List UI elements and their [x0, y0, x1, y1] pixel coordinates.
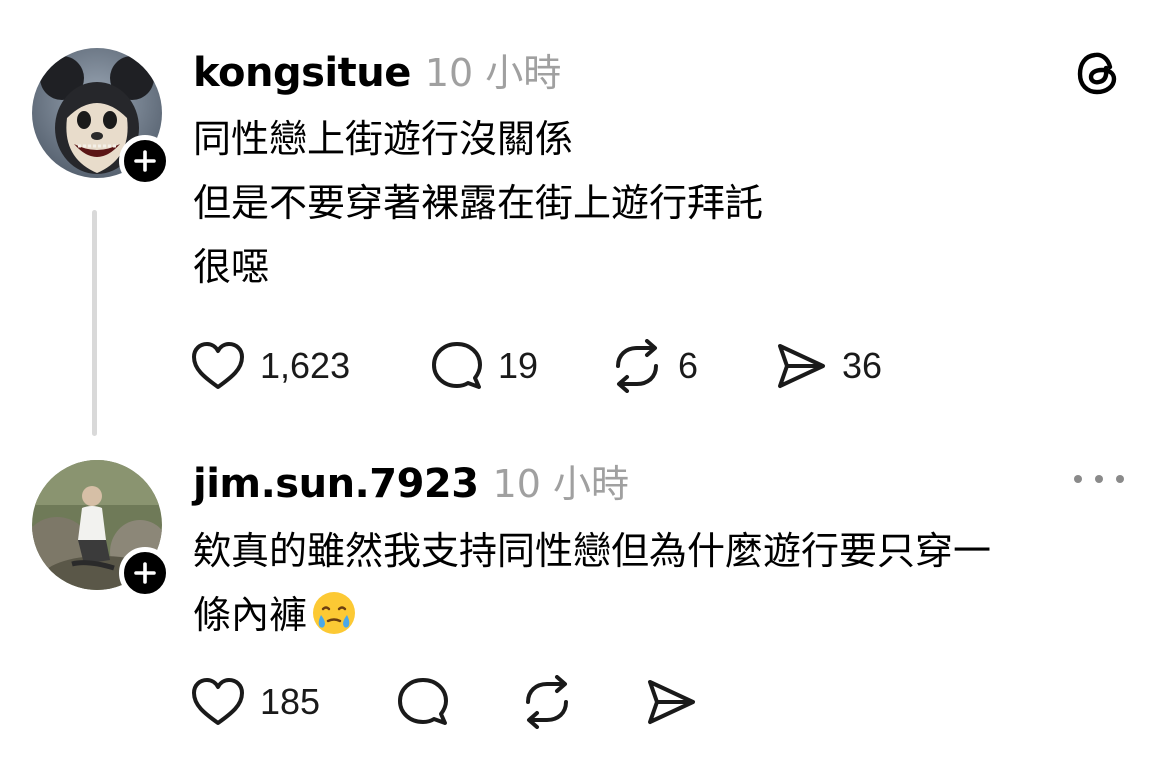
follow-button[interactable]: [119, 135, 171, 187]
share-icon: [648, 680, 695, 724]
share-button[interactable]: [644, 674, 698, 730]
threads-logo-icon[interactable]: [1074, 48, 1124, 98]
timestamp: 10 小時: [492, 462, 630, 506]
username[interactable]: kongsitue: [193, 50, 411, 96]
comment-button[interactable]: [396, 674, 450, 730]
post-text-line: 很噁: [193, 245, 270, 289]
timestamp: 10 小時: [424, 51, 562, 95]
comment-count: 19: [498, 345, 539, 386]
thread-line: [92, 210, 97, 436]
like-button[interactable]: 185: [190, 674, 320, 730]
heart-icon: [192, 678, 244, 725]
post-text-line: 條內褲: [193, 583, 991, 647]
comment-icon: [432, 342, 482, 389]
comment-button[interactable]: 19: [430, 338, 538, 394]
repost-count: 6: [678, 345, 699, 386]
post-header: jim.sun.7923 10 小時: [193, 453, 629, 508]
more-icon: [1074, 475, 1082, 483]
repost-button[interactable]: [520, 674, 574, 730]
repost-icon: [616, 339, 658, 393]
like-count: 185: [260, 681, 321, 722]
repost-icon: [526, 675, 568, 729]
repost-button[interactable]: 6: [610, 338, 698, 394]
face-holding-back-tears-emoji: [313, 592, 356, 634]
post-text-line: 欸真的雖然我支持同性戀但為什麼遊行要只穿一: [193, 529, 992, 573]
post-body: 欸真的雖然我支持同性戀但為什麼遊行要只穿一 條內褲: [193, 519, 991, 647]
username[interactable]: jim.sun.7923: [193, 461, 479, 507]
post-text-line: 但是不要穿著裸露在街上遊行拜託: [193, 181, 764, 225]
follow-button[interactable]: [119, 547, 171, 599]
plus-icon: [134, 150, 156, 172]
like-count: 1,623: [260, 345, 351, 386]
more-button[interactable]: [1074, 469, 1124, 489]
share-icon: [778, 344, 825, 388]
post-header: kongsitue 10 小時: [193, 42, 561, 97]
post-body: 同性戀上街遊行沒關係 但是不要穿著裸露在街上遊行拜託 很噁: [193, 107, 763, 299]
comment-icon: [398, 678, 448, 725]
like-button[interactable]: 1,623: [190, 338, 350, 394]
share-button[interactable]: 36: [774, 338, 882, 394]
heart-icon: [192, 342, 244, 389]
post-text-fragment: 條內褲: [193, 593, 308, 637]
post-text-line: 同性戀上街遊行沒關係: [193, 117, 574, 161]
plus-icon: [134, 562, 156, 584]
share-count: 36: [842, 345, 883, 386]
